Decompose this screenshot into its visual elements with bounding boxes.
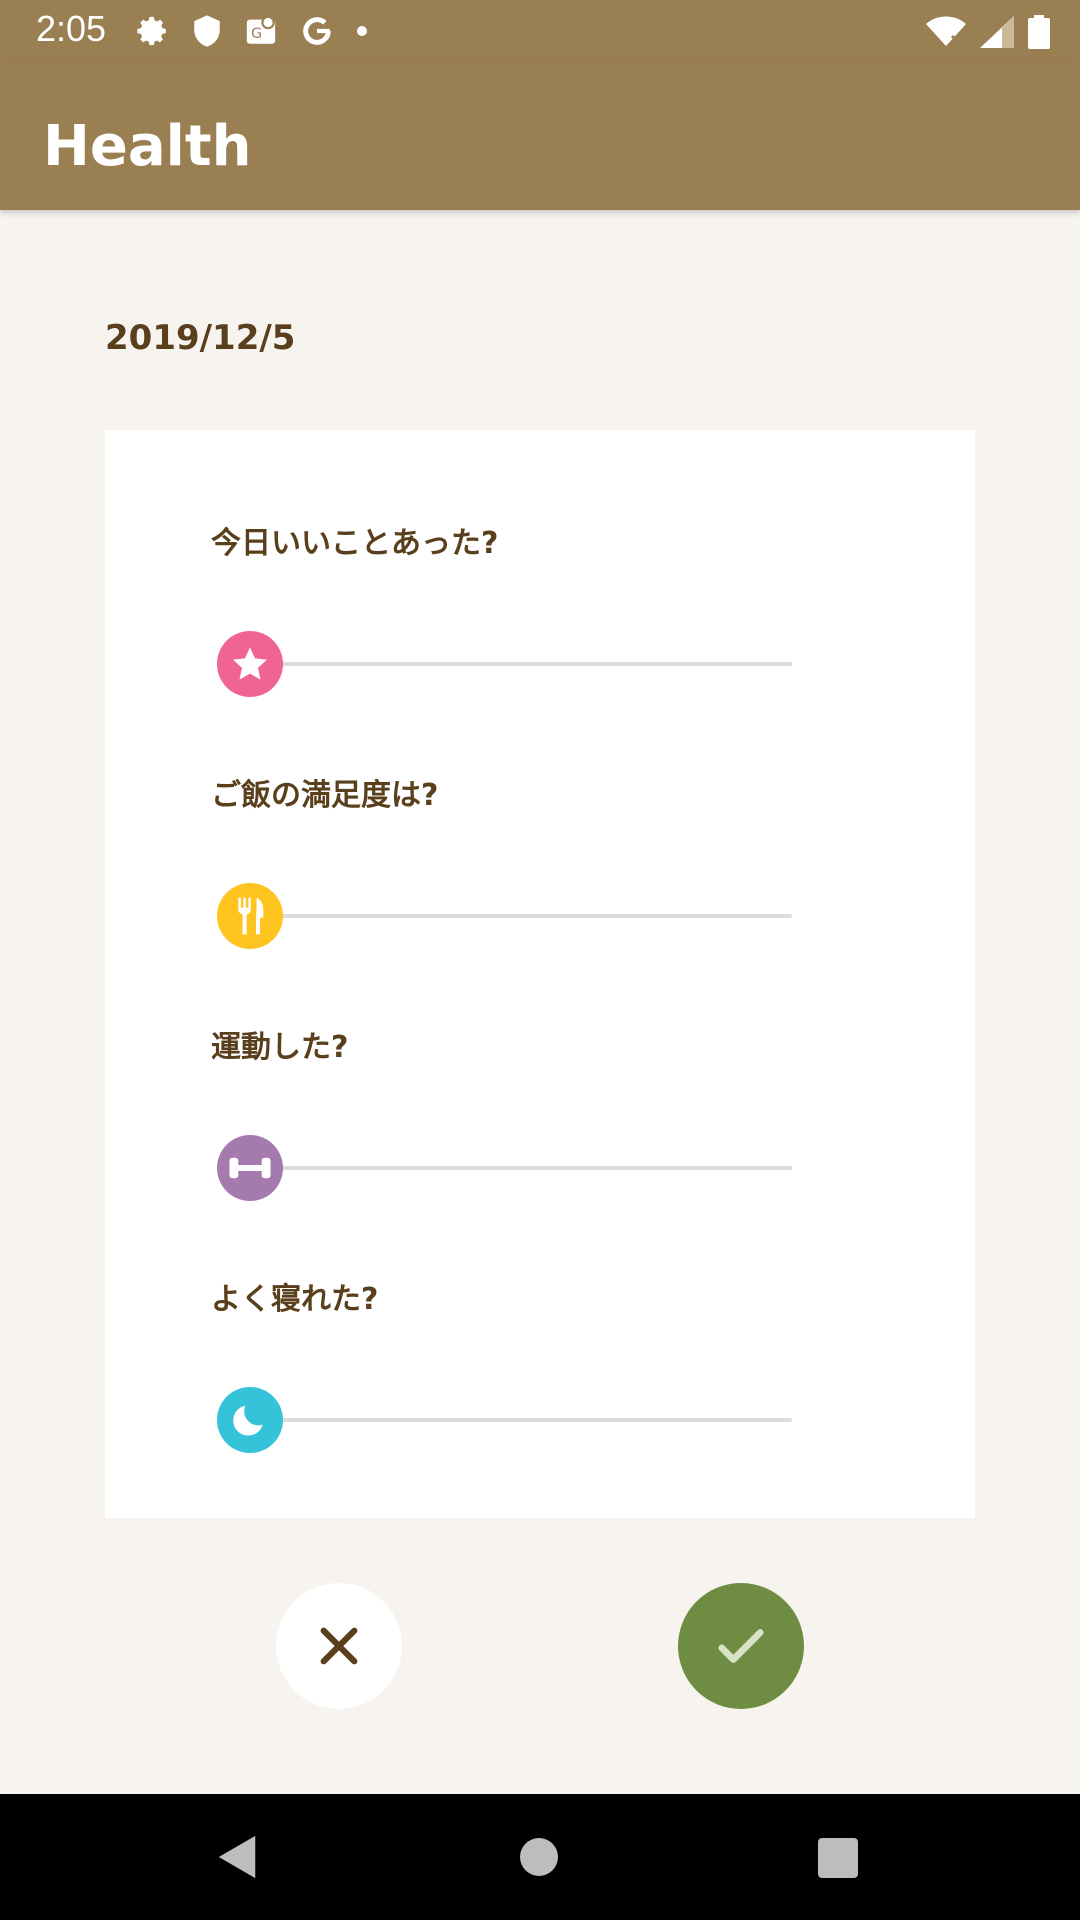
confirm-button[interactable]	[678, 1583, 804, 1709]
dot-icon	[357, 26, 367, 36]
questions-card: 今日いいことあった? ご飯の満足度は? 運動した? よく寝れた?	[105, 430, 975, 1518]
meal-slider[interactable]	[217, 883, 817, 949]
svg-text:G: G	[251, 26, 262, 42]
slider-thumb[interactable]	[217, 883, 283, 949]
moon-icon	[233, 1405, 263, 1436]
navigation-bar	[0, 1794, 1080, 1920]
slider-thumb[interactable]	[217, 631, 283, 697]
status-icons-right	[912, 12, 1050, 52]
slider-track[interactable]	[247, 1418, 792, 1422]
question-label-meal: ご飯の満足度は?	[211, 778, 439, 813]
battery-icon	[1028, 15, 1050, 49]
wifi-icon	[926, 16, 966, 46]
sleep-slider[interactable]	[217, 1387, 817, 1453]
question-label-exercise: 運動した?	[211, 1030, 349, 1065]
slider-track[interactable]	[247, 914, 792, 918]
signal-icon	[980, 16, 1014, 48]
exercise-slider[interactable]	[217, 1135, 817, 1201]
recent-apps-icon[interactable]	[818, 1838, 858, 1878]
slider-track[interactable]	[247, 1166, 792, 1170]
back-icon[interactable]	[216, 1834, 260, 1880]
slider-track[interactable]	[247, 662, 792, 666]
dumbbell-icon	[229, 1157, 271, 1179]
shield-icon	[194, 15, 220, 47]
question-label-sleep: よく寝れた?	[211, 1282, 379, 1317]
maps-icon: G	[246, 15, 276, 44]
status-time: 2:05	[36, 8, 107, 49]
good-thing-slider[interactable]	[217, 631, 817, 697]
slider-thumb[interactable]	[217, 1135, 283, 1201]
status-icons-left: G	[136, 10, 390, 52]
question-label-good-thing: 今日いいことあった?	[211, 526, 499, 561]
app-title: Health	[43, 114, 252, 179]
settings-icon	[137, 16, 166, 46]
check-icon	[718, 1629, 764, 1663]
star-icon	[233, 647, 267, 680]
slider-thumb[interactable]	[217, 1387, 283, 1453]
home-icon[interactable]	[520, 1838, 558, 1876]
status-bar: 2:05 G	[0, 0, 1080, 62]
close-icon	[320, 1627, 358, 1665]
cancel-button[interactable]	[276, 1583, 402, 1709]
app-bar: Health	[0, 62, 1080, 210]
google-icon	[303, 17, 331, 45]
entry-date: 2019/12/5	[105, 318, 296, 358]
fork-knife-icon	[238, 897, 264, 935]
